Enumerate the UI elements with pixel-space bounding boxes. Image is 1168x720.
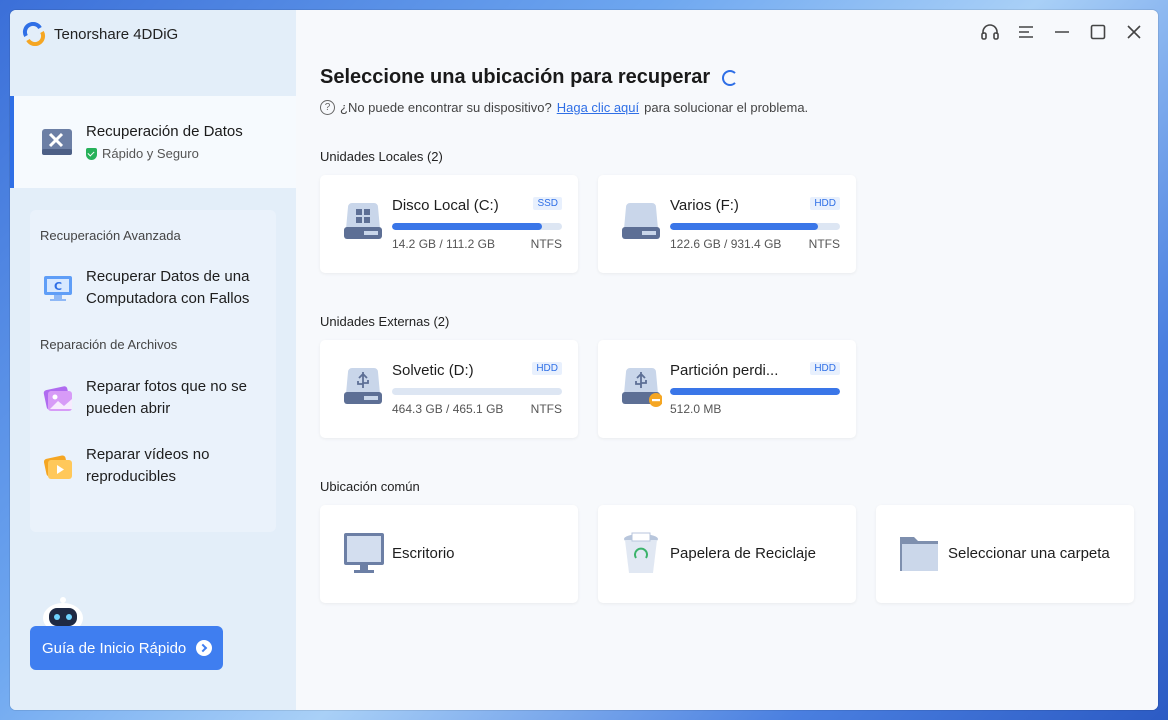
drive-card-lost-partition[interactable]: Partición perdi... HDD 512.0 MB — [598, 340, 856, 438]
location-card-desktop[interactable]: Escritorio — [320, 505, 578, 603]
location-card-recycle-bin[interactable]: Papelera de Reciclaje — [598, 505, 856, 603]
close-icon[interactable] — [1124, 22, 1144, 42]
app-title-bar: Tenorshare 4DDiG — [22, 22, 178, 46]
folder-icon — [900, 537, 938, 571]
recovery-tools-icon — [42, 129, 72, 155]
windows-drive-icon — [344, 203, 382, 239]
item-label-line1: Reparar vídeos no — [86, 446, 210, 463]
common-locations-title: Ubicación común — [320, 479, 420, 494]
item-label-line1: Recuperar Datos de una — [86, 268, 250, 285]
location-card-select-folder[interactable]: Seleccionar una carpeta — [876, 505, 1134, 603]
item-label-line2: Computadora con Fallos — [86, 290, 250, 307]
drive-name: Partición perdi... — [670, 362, 779, 379]
device-hint: ? ¿No puede encontrar su dispositivo? Ha… — [320, 100, 808, 115]
usage-bar — [670, 388, 840, 395]
item-label-line2: reproducibles — [86, 468, 177, 485]
drive-size: 512.0 MB — [670, 402, 722, 416]
refresh-icon[interactable] — [722, 69, 739, 86]
advanced-panel: Recuperación Avanzada C Recuperar Datos … — [30, 210, 276, 532]
sidebar-item-photo-repair[interactable]: Reparar fotos que no se pueden abrir — [42, 376, 247, 420]
drive-type-badge: HDD — [810, 362, 840, 375]
question-icon: ? — [320, 100, 335, 115]
drive-size: 122.6 GB / 931.4 GB — [670, 237, 782, 251]
photo-repair-icon — [43, 386, 72, 411]
quick-start-guide-button[interactable]: Guía de Inicio Rápido — [30, 626, 223, 670]
usage-bar — [392, 223, 562, 230]
sidebar-item-data-recovery[interactable]: Recuperación de Datos Rápido y Seguro — [10, 96, 296, 188]
help-link[interactable]: Haga clic aquí — [557, 100, 639, 115]
window-controls — [980, 22, 1144, 42]
usb-drive-icon — [344, 368, 382, 404]
local-drives-title: Unidades Locales (2) — [320, 149, 443, 164]
page-title-text: Seleccione una ubicación para recuperar — [320, 66, 711, 88]
sidebar-item-video-repair[interactable]: Reparar vídeos no reproducibles — [42, 444, 209, 488]
sidebar-item-title: Recuperación de Datos — [86, 123, 243, 140]
sidebar-item-subtitle: Rápido y Seguro — [86, 146, 243, 161]
main-panel: Seleccione una ubicación para recuperar … — [296, 10, 1158, 710]
drive-type-badge: SSD — [533, 197, 562, 210]
maximize-icon[interactable] — [1088, 22, 1108, 42]
app-title: Tenorshare 4DDiG — [54, 25, 179, 43]
drive-type-badge: HDD — [810, 197, 840, 210]
drive-card-f[interactable]: Varios (F:) HDD 122.6 GB / 931.4 GB NTFS — [598, 175, 856, 273]
drive-name: Solvetic (D:) — [392, 362, 474, 379]
minimize-icon[interactable] — [1052, 22, 1072, 42]
sidebar: Tenorshare 4DDiG Recuperación de Datos R… — [10, 10, 296, 710]
external-drives-title: Unidades Externas (2) — [320, 314, 450, 329]
drive-size: 14.2 GB / 111.2 GB — [392, 237, 495, 251]
location-label: Seleccionar una carpeta — [948, 545, 1110, 562]
item-label-line1: Reparar fotos que no se — [86, 378, 247, 395]
guide-label: Guía de Inicio Rápido — [42, 639, 187, 657]
usage-bar-fill — [670, 388, 840, 395]
section-title-advanced: Recuperación Avanzada — [40, 228, 181, 243]
drive-filesystem: NTFS — [530, 402, 562, 416]
drive-filesystem: NTFS — [808, 237, 840, 251]
usage-bar — [392, 388, 562, 395]
drive-size: 464.3 GB / 465.1 GB — [392, 402, 504, 416]
safe-label: Rápido y Seguro — [102, 146, 199, 161]
sidebar-item-crashed-computer[interactable]: C Recuperar Datos de una Computadora con… — [42, 266, 249, 310]
computer-recovery-icon: C — [44, 276, 72, 301]
drive-type-badge: HDD — [532, 362, 562, 375]
app-window: Tenorshare 4DDiG Recuperación de Datos R… — [10, 10, 1158, 710]
drive-card-c[interactable]: Disco Local (C:) SSD 14.2 GB / 111.2 GB … — [320, 175, 578, 273]
hint-prefix: ¿No puede encontrar su dispositivo? — [340, 100, 552, 115]
desktop-monitor-icon — [344, 533, 384, 573]
drive-card-d[interactable]: Solvetic (D:) HDD 464.3 GB / 465.1 GB NT… — [320, 340, 578, 438]
location-label: Papelera de Reciclaje — [670, 545, 816, 562]
page-title: Seleccione una ubicación para recuperar — [320, 66, 739, 89]
item-label-line2: pueden abrir — [86, 400, 171, 417]
drive-name: Varios (F:) — [670, 197, 739, 214]
recycle-bin-icon — [624, 532, 658, 573]
video-repair-icon — [43, 455, 72, 479]
drive-filesystem: NTFS — [530, 237, 562, 251]
app-logo-icon — [22, 22, 46, 46]
headset-support-icon[interactable] — [980, 22, 1000, 42]
menu-icon[interactable] — [1016, 22, 1036, 42]
svg-text:C: C — [54, 280, 62, 293]
chevron-right-icon — [196, 640, 213, 656]
usage-bar-fill — [392, 223, 542, 230]
location-label: Escritorio — [392, 545, 455, 562]
section-title-file-repair: Reparación de Archivos — [40, 337, 178, 352]
usage-bar — [670, 223, 840, 230]
shield-check-icon — [86, 147, 97, 160]
hint-suffix: para solucionar el problema. — [644, 100, 809, 115]
lost-partition-drive-icon — [622, 368, 662, 407]
hard-drive-icon — [622, 203, 660, 239]
usage-bar-fill — [670, 223, 818, 230]
drive-name: Disco Local (C:) — [392, 197, 499, 214]
